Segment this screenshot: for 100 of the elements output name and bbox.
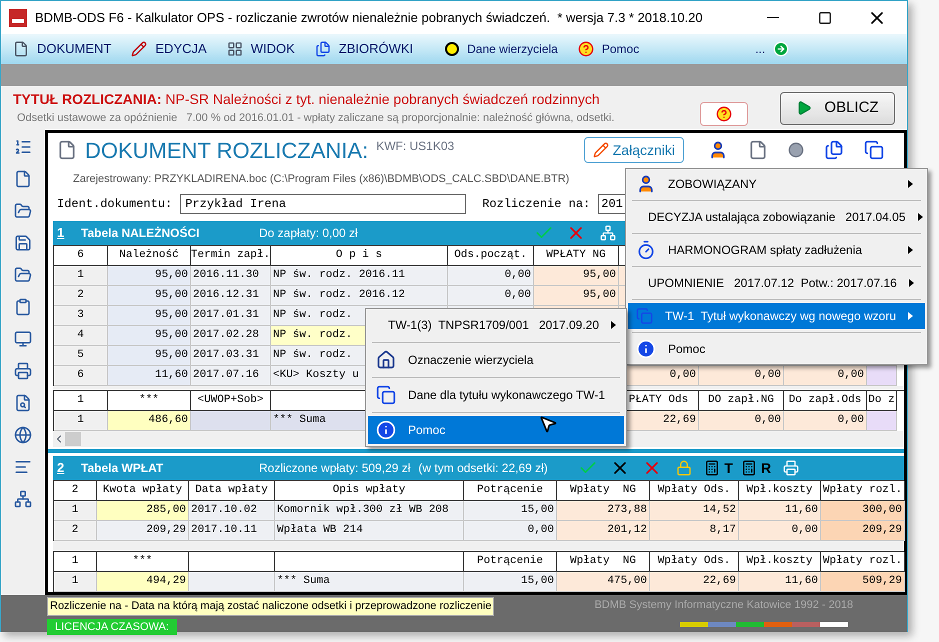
table-cell: 15,00 bbox=[464, 501, 557, 521]
table-cell: 1 bbox=[54, 501, 97, 521]
column-header: WPŁATY NG bbox=[534, 246, 619, 266]
interest-info: Odsetki ustawowe za opóźnienie 7.00 % od 2016.01.01 - wpłaty zaliczane są proporcjonalnie: należność główna, odsetki. bbox=[16, 111, 616, 126]
table-cell: 285,00 bbox=[97, 501, 189, 521]
document-code: KWF: US1K03 bbox=[376, 138, 456, 155]
table-cell: 2017.10.02 bbox=[189, 501, 275, 521]
column-header: Ods.począt. bbox=[448, 246, 534, 266]
table-cell: 509,29 bbox=[821, 572, 905, 592]
table-cell: 95,00 bbox=[108, 346, 191, 366]
column-header: 1 bbox=[54, 552, 97, 572]
table-cell: 0,00 bbox=[739, 521, 821, 541]
table-cell: 11,60 bbox=[108, 366, 191, 386]
column-header: Do z bbox=[867, 391, 897, 411]
column-header: Wpł.koszty bbox=[739, 481, 821, 501]
column-header: Potrącenie bbox=[464, 552, 557, 572]
column-header: DO zapł.NG bbox=[699, 391, 784, 411]
table-cell: 95,00 bbox=[534, 266, 619, 286]
table-cell: 22,69 bbox=[650, 572, 739, 592]
column-header: Wpł.koszty bbox=[739, 552, 821, 572]
column-header: Wpłaty Ods. bbox=[650, 481, 739, 501]
document-title: DOKUMENT ROZLICZANIA: bbox=[85, 136, 368, 164]
column-header: Wpłaty rozl. bbox=[821, 481, 905, 501]
column-header: Do zapł.Ods bbox=[784, 391, 867, 411]
table-cell: 8,17 bbox=[650, 521, 739, 541]
column-header: 6 bbox=[54, 246, 108, 266]
table-number: 1 bbox=[57, 224, 66, 242]
table-cell: NP św. rodz. 2016.11 bbox=[271, 266, 448, 286]
table-cell: 2017.02.28 bbox=[191, 326, 271, 346]
column-header: O p i s bbox=[271, 246, 448, 266]
table-title: Tabela WPŁAT bbox=[81, 460, 164, 477]
column-header: 2 bbox=[54, 481, 97, 501]
window-title: BDMB-ODS F6 - Kalkulator OPS - rozliczanie zwrotów nienależnie pobranych świadczeń. * wersja 7.3 * 2018.10.20 bbox=[35, 8, 704, 27]
table-cell: 95,00 bbox=[108, 286, 191, 306]
table-cell: 15,00 bbox=[464, 572, 557, 592]
column-header: *** bbox=[108, 391, 191, 411]
column-header: Wpłaty Ods. bbox=[650, 552, 739, 572]
table-cell: 14,52 bbox=[650, 501, 739, 521]
table-cell: 2017.03.31 bbox=[191, 346, 271, 366]
table-cell: 0,00 bbox=[464, 521, 557, 541]
table-cell: 0,00 bbox=[699, 366, 784, 386]
table-cell: 209,29 bbox=[821, 521, 905, 541]
table-title: Tabela NALEŻNOŚCI bbox=[81, 225, 200, 242]
table-cell: 1 bbox=[54, 572, 97, 592]
column-header: 1 bbox=[54, 391, 108, 411]
registered-path: Zarejestrowany: PRZYKLADIRENA.boc (C:\Program Files (x86)\BDMB\ODS_CALC.SBD\DANE.BTR) bbox=[73, 172, 570, 187]
column-header: *** bbox=[97, 552, 189, 572]
table-cell: 0,00 bbox=[448, 286, 534, 306]
column-header: Data wpłaty bbox=[189, 481, 275, 501]
table-cell: NP św. rodz. 2016.12 bbox=[271, 286, 448, 306]
table-cell: 201,12 bbox=[557, 521, 650, 541]
column-header: <UWOP+Sob> bbox=[191, 391, 271, 411]
column-header: Kwota wpłaty bbox=[97, 481, 189, 501]
table-cell: 209,29 bbox=[97, 521, 189, 541]
table-number: 2 bbox=[57, 459, 66, 478]
table-cell: 6 bbox=[54, 366, 108, 386]
column-header: Wpłaty NG bbox=[557, 481, 650, 501]
column-header: Wpłaty rozl. bbox=[821, 552, 905, 572]
table-cell: 1 bbox=[54, 411, 108, 431]
ident-label: Ident.dokumentu: bbox=[57, 196, 172, 213]
table-cell: 1 bbox=[54, 266, 108, 286]
license-badge: LICENCJA CZASOWA: bbox=[47, 618, 177, 635]
table-cell: 486,60 bbox=[108, 411, 191, 431]
table-cell: 95,00 bbox=[108, 266, 191, 286]
table-cell: *** Suma bbox=[275, 572, 464, 592]
table-cell: 11,60 bbox=[739, 572, 821, 592]
table-cell: 95,00 bbox=[108, 306, 191, 326]
table-cell: 300,00 bbox=[821, 501, 905, 521]
table-cell: 4 bbox=[54, 326, 108, 346]
table-cell: 494,29 bbox=[97, 572, 189, 592]
column-header: Potrącenie bbox=[464, 481, 557, 501]
column-header: Należność bbox=[108, 246, 191, 266]
table-cell: 95,00 bbox=[534, 286, 619, 306]
table-cell: 0,00 bbox=[784, 366, 867, 386]
table-cell: Wpłata WB 214 bbox=[275, 521, 464, 541]
table-cell: 273,88 bbox=[557, 501, 650, 521]
copyright-text: BDMB Systemy Informatyczne Katowice 1992 - 2018 bbox=[594, 598, 854, 613]
table-cell: Komornik wpł.300 zł WB 208 bbox=[275, 501, 464, 521]
table-cell: 5 bbox=[54, 346, 108, 366]
table-cell: 3 bbox=[54, 306, 108, 326]
column-header: Opis wpłaty bbox=[275, 481, 464, 501]
hint-tooltip: Rozliczenie na - Data na którą mają zostać naliczone odsetki i przeprowadzone rozliczenie bbox=[47, 597, 494, 616]
table-summary-detail: (w tym odsetki: 22,69 zł) bbox=[418, 460, 549, 477]
table-cell: 0,00 bbox=[448, 266, 534, 286]
table-cell: 11,60 bbox=[739, 501, 821, 521]
table-summary: Rozliczone wpłaty: 509,29 zł bbox=[259, 460, 410, 477]
table-cell: 2017.10.11 bbox=[189, 521, 275, 541]
table-cell: 0,00 bbox=[784, 411, 867, 431]
table-cell: 2017.07.16 bbox=[191, 366, 271, 386]
column-header: Wpłaty NG bbox=[557, 552, 650, 572]
table-cell: 2016.12.31 bbox=[191, 286, 271, 306]
table-cell: 0,00 bbox=[699, 411, 784, 431]
date-label: Rozliczenie na: bbox=[482, 196, 590, 213]
column-header: Termin zapł. bbox=[191, 246, 271, 266]
table-cell: 2 bbox=[54, 286, 108, 306]
table-cell: 2017.01.31 bbox=[191, 306, 271, 326]
table-cell: 475,00 bbox=[557, 572, 650, 592]
table-cell: 2016.11.30 bbox=[191, 266, 271, 286]
table-cell: 95,00 bbox=[108, 326, 191, 346]
settlement-title: TYTUŁ ROZLICZANIA: NP-SR Należności z tyt. nienależnie pobranych świadczeń rodzinnych bbox=[13, 90, 601, 110]
